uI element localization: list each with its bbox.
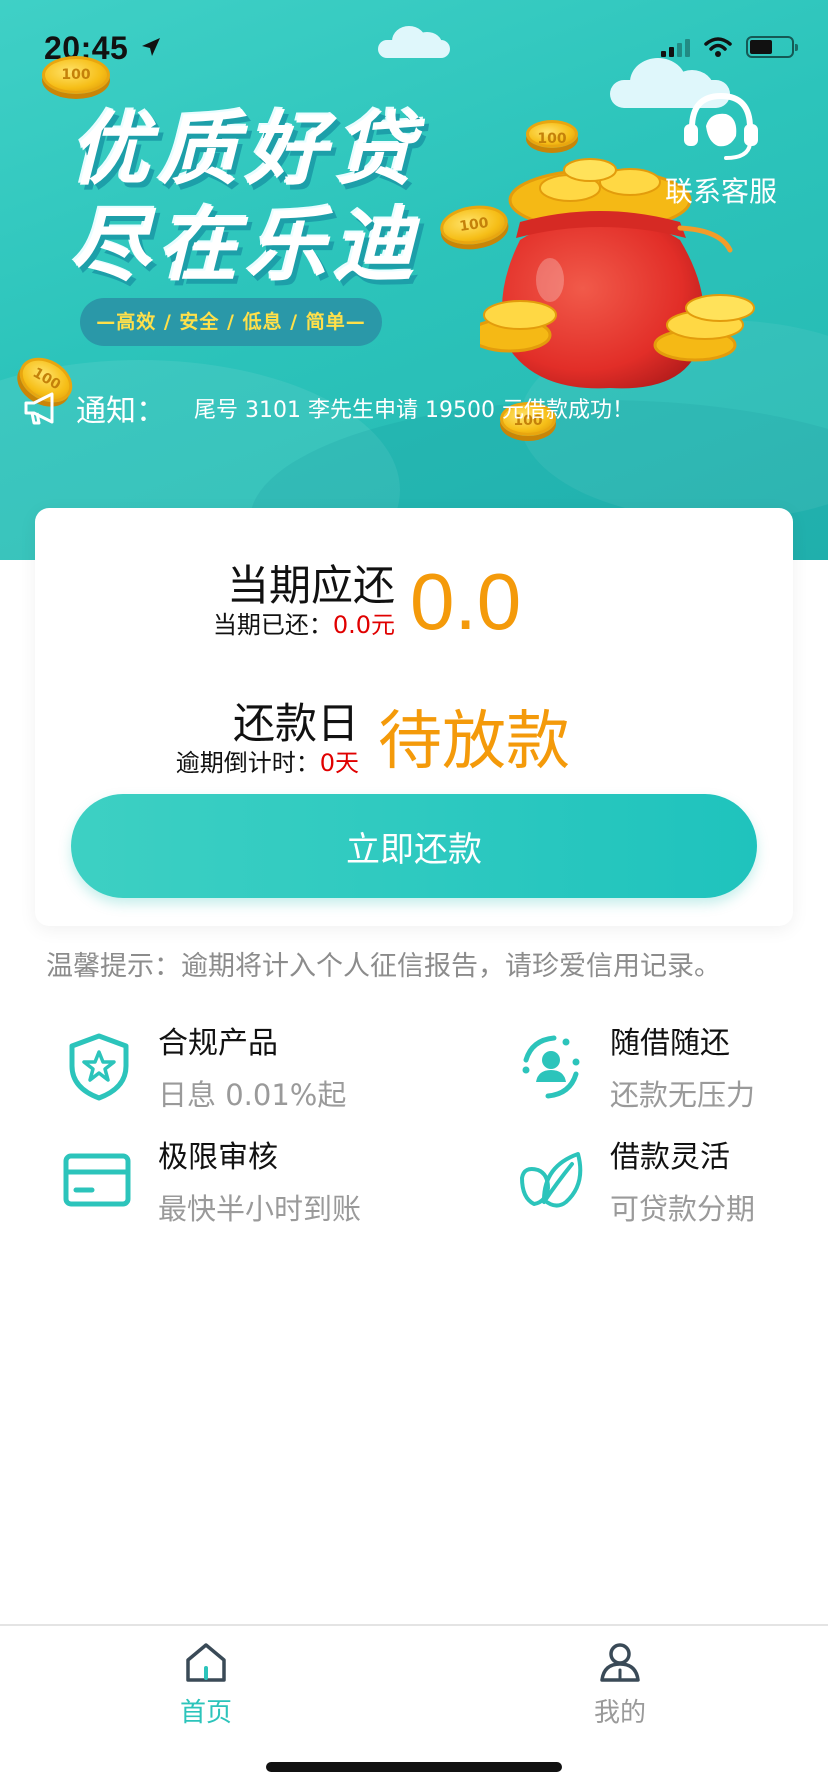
- feature-title: 随借随还: [610, 1026, 730, 1061]
- current-due-label: 当期应还: [226, 561, 395, 610]
- repay-day-status: 待放款: [378, 705, 570, 779]
- repay-day-labels: 还款日 逾期倒计时：0天: [176, 700, 359, 778]
- feature-subtitle: 最快半小时到账: [158, 1192, 362, 1226]
- headline-line-2: 尽在乐迪: [70, 199, 422, 292]
- cellular-signal-icon: [661, 37, 690, 57]
- headset-icon: [684, 92, 758, 160]
- overdue-countdown-row: 逾期倒计时：0天: [176, 748, 359, 778]
- overdue-countdown-label: 逾期倒计时：: [175, 749, 320, 777]
- location-arrow-icon: [142, 38, 160, 56]
- notice-text: 尾号 3101 李先生申请 19500 元借款成功！: [194, 398, 634, 423]
- coin-decoration: [42, 56, 110, 94]
- feature-subtitle: 还款无压力: [610, 1078, 756, 1112]
- feature-title: 借款灵活: [610, 1140, 730, 1175]
- card-icon: [63, 1153, 131, 1207]
- user-cycle-icon: [522, 1035, 580, 1099]
- tab-profile-label: 我的: [593, 1698, 646, 1728]
- tab-home[interactable]: 首页: [126, 1640, 286, 1729]
- feature-flexible-repay: 随借随还 还款无压力: [514, 1018, 828, 1118]
- customer-service-label: 联系客服: [664, 175, 777, 208]
- cloud-decoration: [378, 26, 450, 58]
- current-paid-row: 当期已还：0.0元: [213, 610, 395, 640]
- wifi-icon: [704, 37, 732, 57]
- feature-subtitle: 可贷款分期: [610, 1192, 756, 1226]
- overdue-countdown-value: 0天: [319, 749, 359, 777]
- current-paid-label: 当期已还：: [212, 611, 333, 639]
- feature-flexible-loan: 借款灵活 可贷款分期: [514, 1132, 828, 1232]
- status-indicators: [661, 36, 798, 58]
- warm-tip: 温馨提示：逾期将计入个人征信报告，请珍爱信用记录。: [46, 951, 721, 982]
- tab-profile[interactable]: 我的: [540, 1640, 700, 1729]
- battery-icon: [746, 36, 798, 58]
- banner-tagline: —高效 / 安全 / 低息 / 简单—: [80, 298, 382, 346]
- leaf-icon: [520, 1152, 583, 1208]
- repay-now-button[interactable]: 立即还款: [71, 794, 757, 898]
- feature-subtitle: 日息 0.01%起: [158, 1078, 347, 1112]
- current-paid-value: 0.0元: [332, 611, 395, 639]
- feature-compliant-product: 合规产品 日息 0.01%起: [62, 1018, 422, 1118]
- feature-fast-review: 极限审核 最快半小时到账: [62, 1132, 422, 1232]
- notice-label: 通知：: [76, 394, 166, 429]
- home-icon: [186, 1643, 226, 1682]
- hero-banner: 20:45 优质好贷 尽在乐迪 —高效 / 安全 / 低息 / 简单— 100 …: [0, 0, 828, 560]
- feature-title: 合规产品: [158, 1026, 278, 1061]
- current-due-labels: 当期应还 当期已还：0.0元: [213, 562, 395, 640]
- repayment-card: 当期应还 当期已还：0.0元 0.0 还款日 逾期倒计时：0天 待放款 立即还款: [35, 508, 793, 926]
- shield-star-icon: [69, 1033, 129, 1101]
- customer-service-button[interactable]: 联系客服: [656, 86, 786, 210]
- megaphone-icon: [24, 392, 54, 425]
- profile-icon: [600, 1643, 640, 1682]
- current-due-amount: 0.0: [410, 557, 522, 646]
- headline-line-1: 优质好贷: [70, 103, 422, 196]
- repay-day-label: 还款日: [232, 699, 359, 748]
- notice-bar: 通知： 尾号 3101 李先生申请 19500 元借款成功！: [22, 386, 634, 430]
- home-indicator: [266, 1762, 562, 1772]
- feature-title: 极限审核: [158, 1140, 278, 1175]
- tab-home-label: 首页: [179, 1698, 232, 1728]
- banner-headline: 优质好贷 尽在乐迪: [70, 102, 422, 294]
